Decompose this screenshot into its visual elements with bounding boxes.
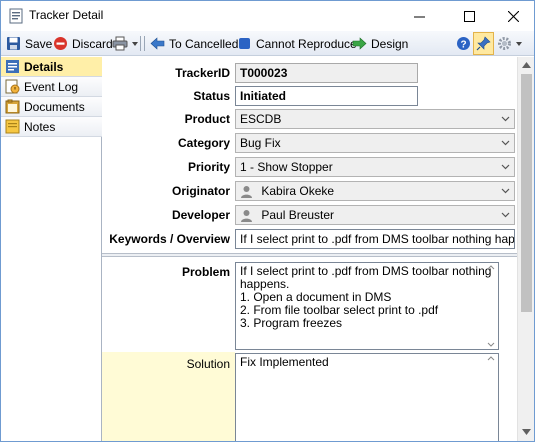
tracker-id-field: T000023	[235, 63, 418, 83]
category-select[interactable]: Bug Fix	[235, 133, 515, 153]
chevron-down-icon	[501, 164, 510, 170]
printer-icon	[112, 36, 128, 51]
scrollbar-thumb[interactable]	[521, 74, 532, 312]
category-label: Category	[177, 136, 230, 150]
keywords-label: Keywords / Overview	[109, 232, 230, 246]
arrow-right-icon	[352, 37, 367, 50]
gear-icon	[498, 37, 511, 50]
problem-textarea[interactable]: If I select print to .pdf from DMS toolb…	[235, 262, 499, 350]
form-scrollbar[interactable]	[517, 57, 534, 441]
design-button[interactable]: Design	[352, 34, 408, 53]
documents-icon	[5, 99, 20, 114]
discard-icon	[54, 37, 67, 50]
section-divider	[102, 253, 517, 257]
nav-item-details[interactable]: Details	[1, 57, 102, 77]
discard-button[interactable]: Discard	[53, 34, 113, 53]
print-dropdown-button[interactable]	[112, 34, 142, 53]
pin-icon	[476, 36, 491, 51]
close-icon	[507, 10, 519, 22]
keywords-input[interactable]: If I select print to .pdf from DMS toolb…	[235, 229, 515, 249]
discard-label: Discard	[72, 36, 113, 51]
nav-item-label: Event Log	[24, 79, 79, 94]
status-field[interactable]: Initiated	[235, 86, 418, 106]
save-icon	[7, 37, 20, 50]
solution-textarea[interactable]: Fix Implemented	[235, 353, 499, 442]
nav-item-documents[interactable]: Documents	[1, 97, 102, 117]
svg-text:?: ?	[460, 40, 466, 51]
nav-item-label: Details	[24, 59, 64, 74]
title-bar: Tracker Detail	[1, 1, 534, 31]
save-label: Save	[25, 36, 53, 51]
nav-item-notes[interactable]: Notes	[1, 117, 102, 137]
chevron-down-icon	[516, 41, 522, 46]
minimize-icon	[413, 16, 425, 17]
status-label: Status	[193, 89, 230, 103]
chevron-down-icon	[132, 41, 138, 46]
priority-label: Priority	[187, 160, 230, 174]
cannot-reproduce-label: Cannot Reproduce	[256, 36, 357, 51]
product-value: ESCDB	[240, 112, 282, 126]
help-icon: ?	[457, 37, 470, 51]
problem-label: Problem	[181, 265, 230, 279]
developer-select[interactable]: Paul Breuster	[235, 205, 515, 225]
tracker-id-label: TrackerID	[175, 66, 230, 80]
category-value: Bug Fix	[240, 136, 281, 150]
originator-label: Originator	[171, 184, 230, 198]
product-label: Product	[184, 112, 230, 126]
save-button[interactable]: Save	[6, 34, 52, 53]
design-label: Design	[371, 36, 409, 51]
developer-value: Paul Breuster	[261, 208, 335, 222]
chevron-down-icon	[501, 188, 510, 194]
side-navigation: Details Event Log Documents Notes	[1, 57, 102, 441]
to-cancelled-button[interactable]: To Cancelled	[150, 34, 238, 53]
nav-item-label: Notes	[24, 119, 56, 134]
window-title: Tracker Detail	[29, 8, 104, 22]
maximize-icon	[463, 10, 475, 22]
details-icon	[6, 60, 19, 73]
scroll-up-icon[interactable]	[522, 62, 531, 68]
to-cancelled-label: To Cancelled	[169, 36, 239, 51]
pin-button[interactable]	[473, 32, 494, 55]
nav-item-label: Documents	[24, 99, 85, 114]
textarea-scrollbar[interactable]	[484, 354, 498, 442]
originator-value: Kabira Okeke	[261, 184, 335, 198]
tracker-detail-window: Tracker Detail Save Discard To Cancelled	[0, 0, 535, 442]
priority-select[interactable]: 1 - Show Stopper	[235, 157, 515, 177]
settings-dropdown-button[interactable]	[497, 34, 526, 53]
person-icon	[241, 186, 252, 198]
solution-label: Solution	[186, 357, 230, 371]
product-select[interactable]: ESCDB	[235, 109, 515, 129]
cannot-reproduce-button[interactable]: Cannot Reproduce	[237, 34, 357, 53]
minimize-button[interactable]	[396, 1, 442, 31]
textarea-scrollbar[interactable]	[484, 263, 498, 349]
nav-item-event-log[interactable]: Event Log	[1, 77, 102, 97]
person-icon	[241, 210, 252, 222]
app-icon	[9, 8, 23, 24]
chevron-down-icon	[501, 116, 510, 122]
chevron-down-icon	[501, 140, 510, 146]
arrow-left-icon	[150, 37, 165, 50]
close-button[interactable]	[490, 1, 534, 31]
developer-label: Developer	[171, 208, 230, 222]
scroll-down-icon[interactable]	[522, 429, 531, 435]
toolbar-separator	[140, 36, 141, 51]
event-log-icon	[5, 79, 20, 94]
problem-line: 3. Program freezes	[240, 316, 343, 330]
notes-icon	[5, 119, 20, 134]
priority-value: 1 - Show Stopper	[240, 160, 333, 174]
originator-select[interactable]: Kabira Okeke	[235, 181, 515, 201]
details-form: TrackerID T000023 Status Initiated Produ…	[102, 57, 517, 442]
chevron-down-icon	[501, 212, 510, 218]
stop-icon	[239, 38, 250, 49]
toolbar: Save Discard To Cancelled Cannot Reprodu…	[1, 31, 534, 56]
solution-line: Fix Implemented	[240, 355, 329, 369]
toolbar-separator	[144, 36, 145, 51]
maximize-button[interactable]	[446, 1, 492, 31]
